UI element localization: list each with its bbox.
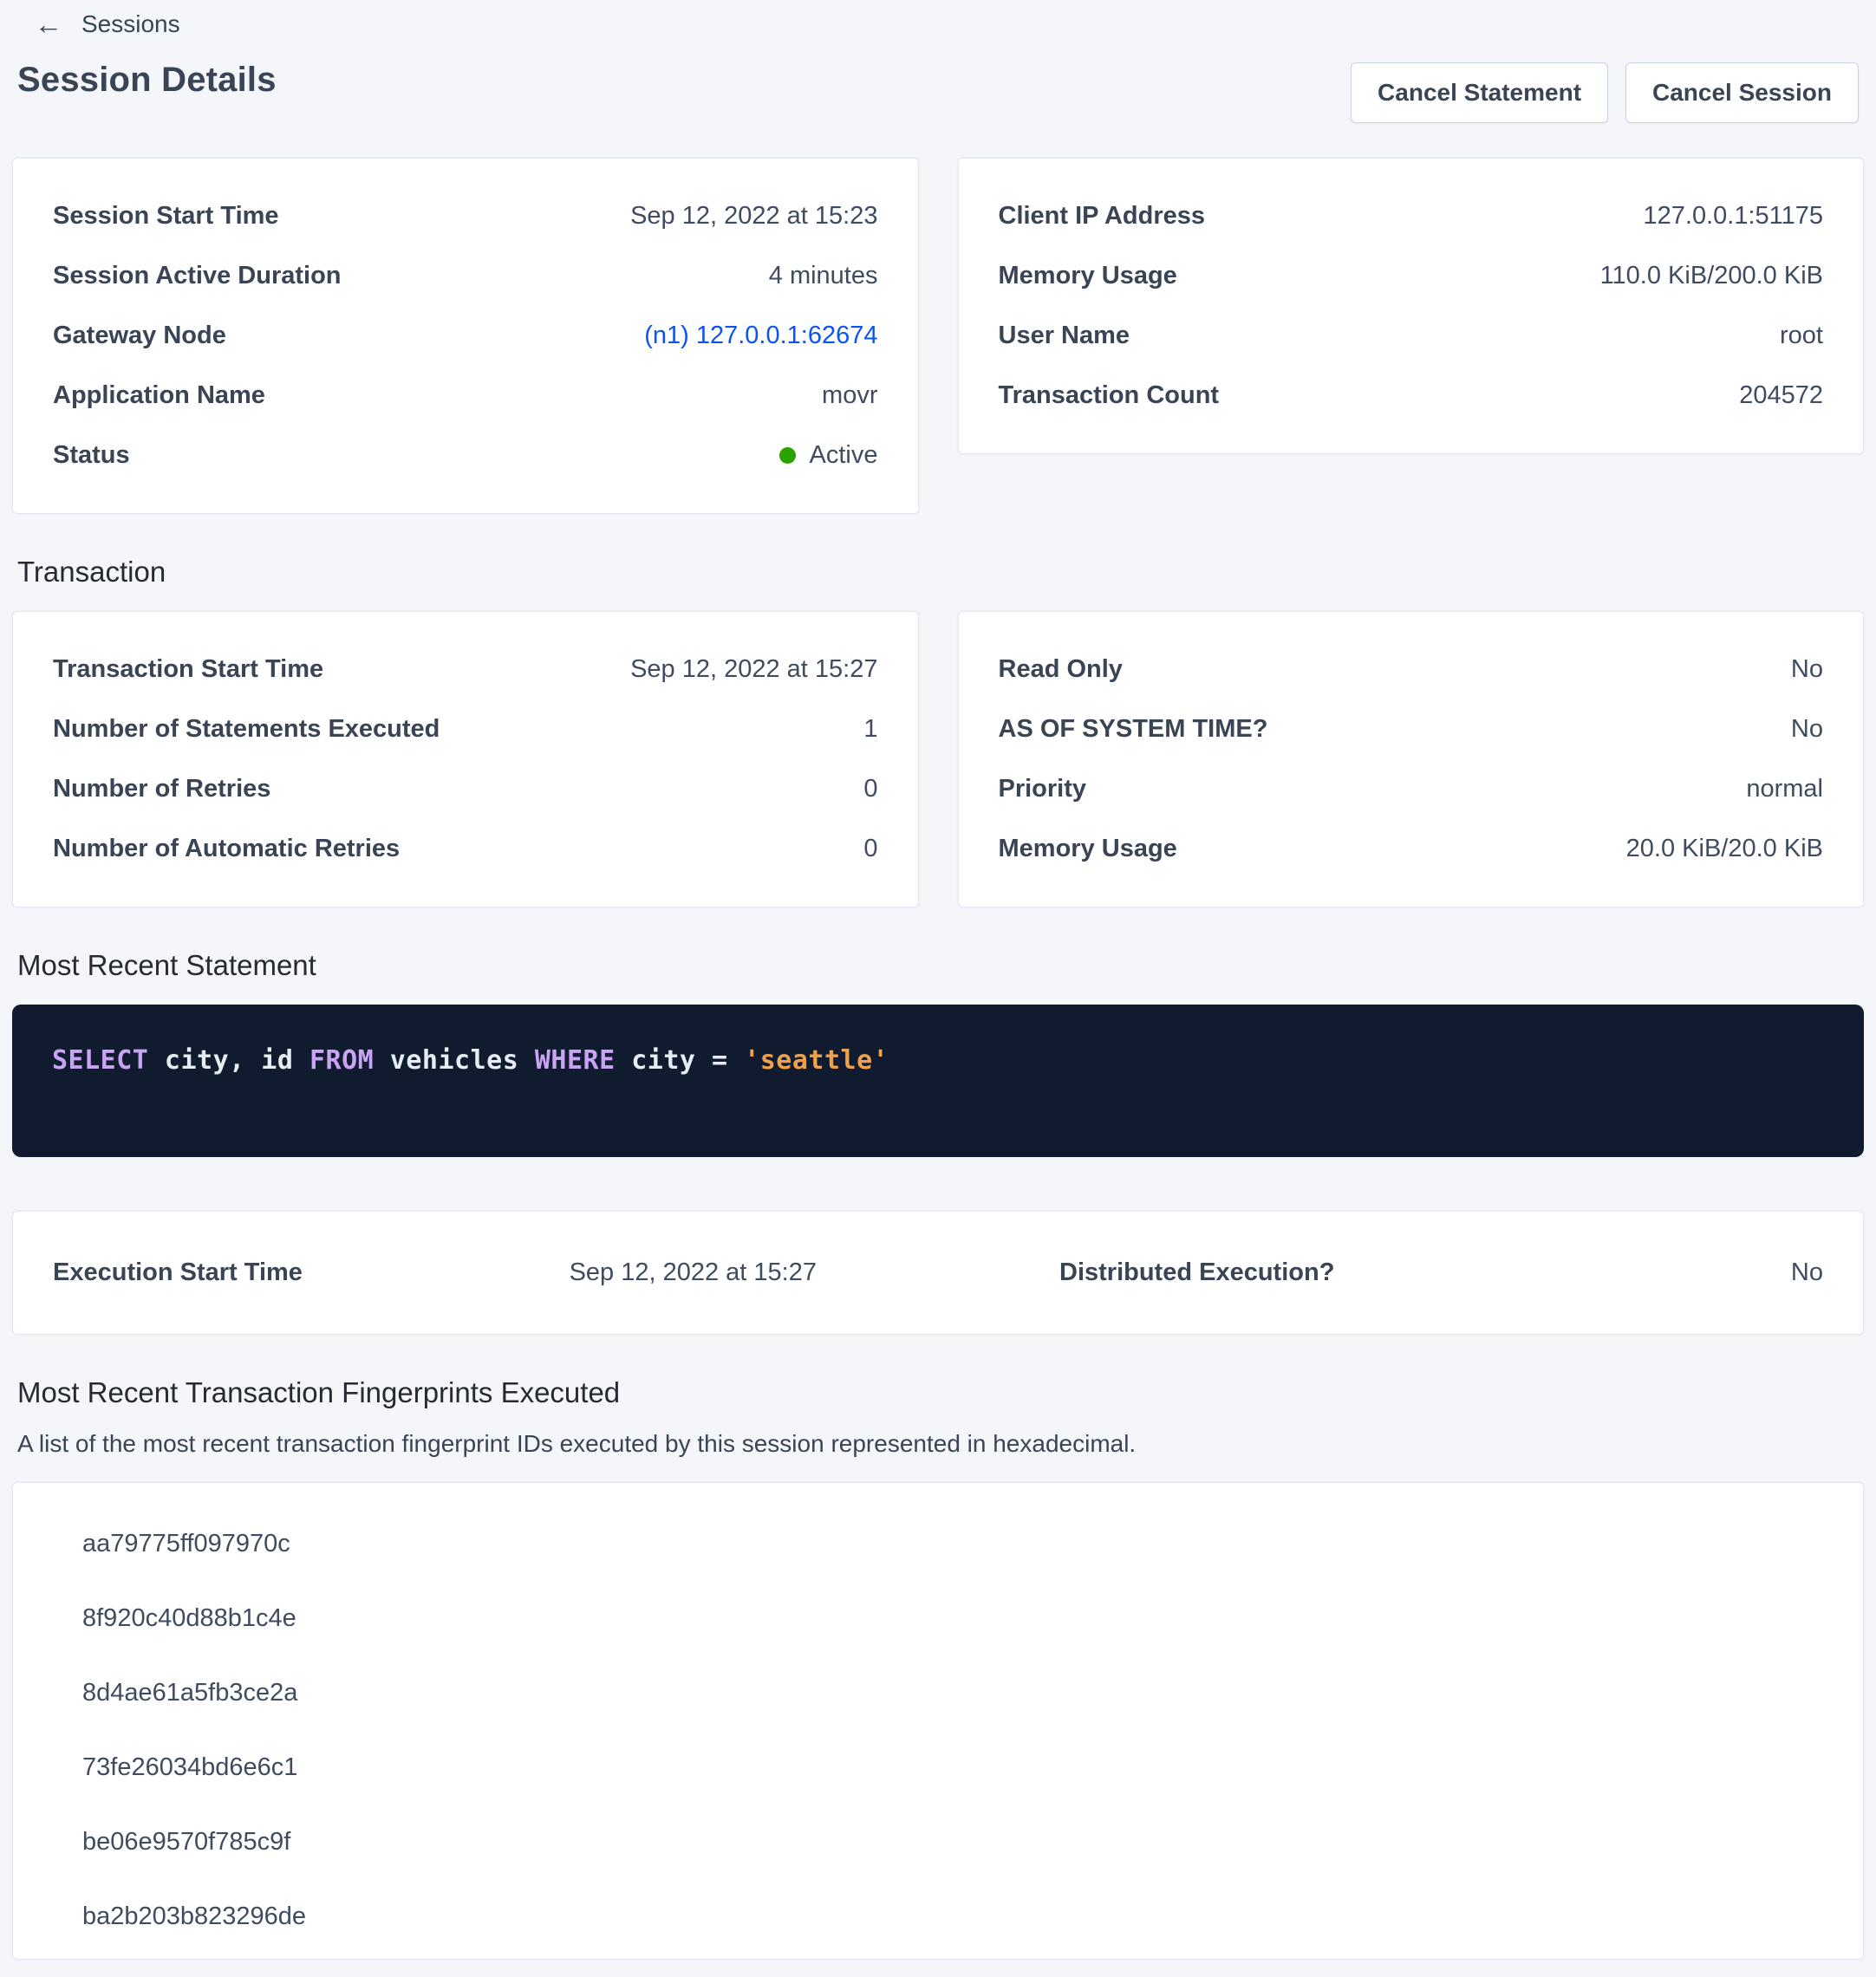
kv-row-read-only: Read Only No — [999, 655, 1824, 684]
kv-value: 204572 — [1739, 381, 1823, 410]
kv-label: User Name — [999, 322, 1130, 350]
distributed-execution-pair: Distributed Execution? No — [938, 1258, 1823, 1287]
page-header: Session Details Cancel Statement Cancel … — [17, 61, 1859, 123]
kv-row-client-ip: Client IP Address 127.0.0.1:51175 — [999, 202, 1824, 231]
kv-label: Application Name — [53, 381, 265, 410]
sql-string-literal: 'seattle' — [744, 1045, 889, 1076]
kv-label: Number of Automatic Retries — [53, 835, 400, 863]
kv-row-priority: Priority normal — [999, 775, 1824, 803]
sql-text: city = — [616, 1045, 745, 1076]
kv-row-transaction-count: Transaction Count 204572 — [999, 381, 1824, 410]
kv-row-automatic-retries: Number of Automatic Retries 0 — [53, 835, 878, 863]
most-recent-statement-heading: Most Recent Statement — [17, 949, 1859, 982]
transaction-left-card: Transaction Start Time Sep 12, 2022 at 1… — [12, 611, 919, 907]
kv-value: normal — [1746, 775, 1823, 803]
fingerprint-item: aa79775ff097970c — [82, 1532, 1794, 1557]
kv-label: Memory Usage — [999, 835, 1177, 863]
sql-text: city, id — [148, 1045, 309, 1076]
kv-label: Number of Statements Executed — [53, 715, 440, 744]
kv-value: No — [1791, 1258, 1823, 1287]
kv-row-transaction-start-time: Transaction Start Time Sep 12, 2022 at 1… — [53, 655, 878, 684]
execution-card: Execution Start Time Sep 12, 2022 at 15:… — [12, 1211, 1864, 1335]
kv-value: 4 minutes — [769, 262, 878, 290]
kv-row-application-name: Application Name movr — [53, 381, 878, 410]
session-info-card: Session Start Time Sep 12, 2022 at 15:23… — [12, 158, 919, 514]
kv-row-memory-usage: Memory Usage 110.0 KiB/200.0 KiB — [999, 262, 1824, 290]
kv-value: 127.0.0.1:51175 — [1644, 202, 1824, 231]
kv-value: 1 — [863, 715, 877, 744]
sql-keyword: SELECT — [52, 1045, 148, 1076]
transaction-section-heading: Transaction — [17, 556, 1859, 589]
kv-value: Sep 12, 2022 at 15:27 — [630, 655, 877, 684]
kv-row-statements-executed: Number of Statements Executed 1 — [53, 715, 878, 744]
breadcrumb-label[interactable]: Sessions — [81, 10, 180, 38]
kv-value: Sep 12, 2022 at 15:23 — [630, 202, 877, 231]
kv-value: 20.0 KiB/20.0 KiB — [1626, 835, 1823, 863]
kv-row-gateway-node: Gateway Node (n1) 127.0.0.1:62674 — [53, 322, 878, 350]
fingerprint-item: ba2b203b823296de — [82, 1904, 1794, 1929]
kv-label: AS OF SYSTEM TIME? — [999, 715, 1268, 744]
kv-row-txn-memory-usage: Memory Usage 20.0 KiB/20.0 KiB — [999, 835, 1824, 863]
fingerprint-item: be06e9570f785c9f — [82, 1830, 1794, 1855]
kv-label: Priority — [999, 775, 1087, 803]
kv-value: 110.0 KiB/200.0 KiB — [1600, 262, 1823, 290]
kv-label: Execution Start Time — [53, 1258, 303, 1287]
kv-label: Memory Usage — [999, 262, 1177, 290]
cancel-statement-button[interactable]: Cancel Statement — [1351, 62, 1608, 123]
kv-label: Transaction Start Time — [53, 655, 323, 684]
kv-label: Transaction Count — [999, 381, 1220, 410]
kv-value: movr — [822, 381, 877, 410]
session-summary-row: Session Start Time Sep 12, 2022 at 15:23… — [12, 158, 1864, 514]
kv-value: root — [1780, 322, 1823, 350]
transaction-right-card: Read Only No AS OF SYSTEM TIME? No Prior… — [958, 611, 1865, 907]
client-info-card: Client IP Address 127.0.0.1:51175 Memory… — [958, 158, 1865, 454]
kv-label: Gateway Node — [53, 322, 226, 350]
kv-value: 0 — [863, 775, 877, 803]
fingerprints-card: aa79775ff097970c 8f920c40d88b1c4e 8d4ae6… — [12, 1482, 1864, 1960]
status-text: Active — [810, 441, 878, 470]
kv-row-as-of-system-time: AS OF SYSTEM TIME? No — [999, 715, 1824, 744]
kv-row-session-active-duration: Session Active Duration 4 minutes — [53, 262, 878, 290]
status-active-dot-icon — [779, 447, 796, 464]
arrow-left-icon: ← — [35, 10, 62, 38]
fingerprints-description: A list of the most recent transaction fi… — [17, 1430, 1859, 1458]
status-badge: Active — [779, 441, 878, 470]
kv-label: Session Active Duration — [53, 262, 342, 290]
fingerprints-heading: Most Recent Transaction Fingerprints Exe… — [17, 1376, 1859, 1409]
fingerprint-item: 8f920c40d88b1c4e — [82, 1606, 1794, 1631]
kv-row-user-name: User Name root — [999, 322, 1824, 350]
breadcrumb-back-sessions[interactable]: ← Sessions — [35, 10, 180, 38]
page-title: Session Details — [17, 61, 277, 100]
execution-start-time-pair: Execution Start Time Sep 12, 2022 at 15:… — [53, 1258, 938, 1287]
sql-keyword: FROM — [309, 1045, 374, 1076]
kv-value: No — [1791, 715, 1823, 744]
sql-keyword: WHERE — [535, 1045, 616, 1076]
gateway-node-link[interactable]: (n1) 127.0.0.1:62674 — [644, 322, 877, 350]
kv-label: Read Only — [999, 655, 1123, 684]
session-details-page: ← Sessions Session Details Cancel Statem… — [0, 0, 1876, 1977]
kv-label: Status — [53, 441, 130, 470]
sql-statement-box: SELECT city, id FROM vehicles WHERE city… — [12, 1005, 1864, 1157]
kv-row-session-start-time: Session Start Time Sep 12, 2022 at 15:23 — [53, 202, 878, 231]
kv-label: Number of Retries — [53, 775, 270, 803]
fingerprint-item: 73fe26034bd6e6c1 — [82, 1755, 1794, 1780]
kv-label: Client IP Address — [999, 202, 1206, 231]
sql-text: vehicles — [374, 1045, 535, 1076]
fingerprint-item: 8d4ae61a5fb3ce2a — [82, 1681, 1794, 1706]
kv-value: Sep 12, 2022 at 15:27 — [570, 1258, 817, 1287]
kv-value: 0 — [863, 835, 877, 863]
kv-row-status: Status Active — [53, 441, 878, 470]
kv-label: Distributed Execution? — [1059, 1258, 1334, 1287]
kv-label: Session Start Time — [53, 202, 279, 231]
kv-value: No — [1791, 655, 1823, 684]
kv-row-retries: Number of Retries 0 — [53, 775, 878, 803]
header-actions: Cancel Statement Cancel Session — [1351, 62, 1859, 123]
transaction-summary-row: Transaction Start Time Sep 12, 2022 at 1… — [12, 611, 1864, 907]
cancel-session-button[interactable]: Cancel Session — [1625, 62, 1859, 123]
